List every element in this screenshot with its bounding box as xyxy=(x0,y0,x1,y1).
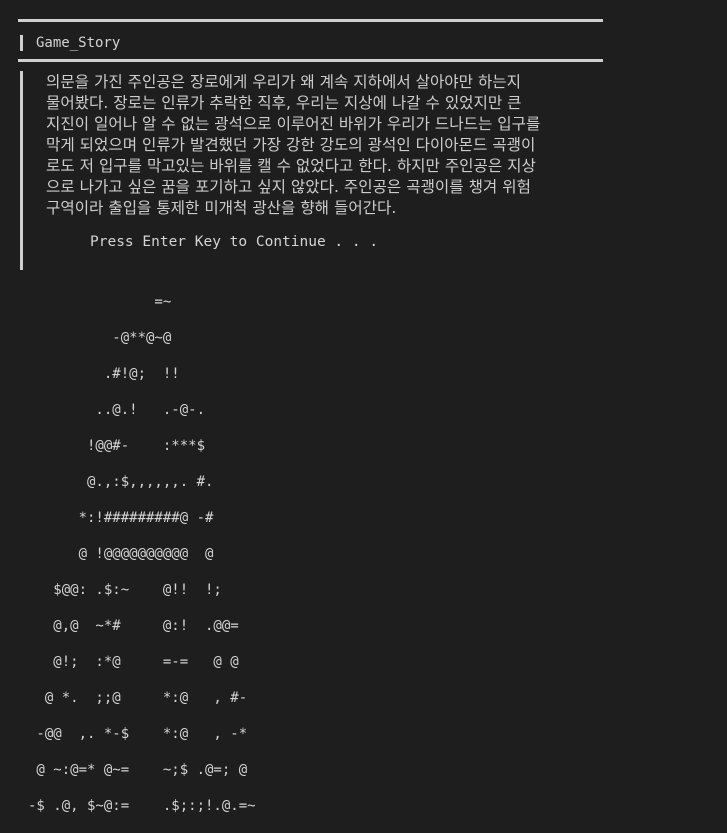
ascii-line: @ !@@@@@@@@@@ @ xyxy=(28,546,214,562)
story-line: 구역이라 출입을 통제한 미개척 광산을 향해 들어간다. xyxy=(46,199,397,217)
story-line: 으로 나가고 싶은 꿈을 포기하고 싶지 않았다. 주인공은 곡괭이를 챙겨 위… xyxy=(46,178,531,196)
ascii-line: @,@ ~*# @:! .@@= xyxy=(28,618,239,634)
ascii-line: @ ~:@=* @~= ~;$ .@=; @ xyxy=(28,762,248,778)
ascii-line: @.,:$,,,,,,. #. xyxy=(28,474,214,490)
ascii-line: !@@#- :***$ xyxy=(28,438,206,454)
ascii-line: -$ .@, $~@:= .$;:;!.@.=~ xyxy=(28,798,256,814)
ascii-line: @ *. ;;@ *:@ , #- xyxy=(28,690,248,706)
story-line: 지진이 일어나 알 수 없는 광석으로 이루어진 바위가 우리가 드나드는 입구… xyxy=(46,115,541,133)
ascii-line: ..@.! .-@-. xyxy=(28,402,206,418)
story-text: 의문을 가진 주인공은 장로에게 우리가 왜 계속 지하에서 살아야만 하는지 … xyxy=(46,72,706,219)
ascii-art: =~ -@**@~@ .#!@; !! ..@.! .-@-. !@@#- :*… xyxy=(28,275,256,833)
ascii-line: -@**@~@ xyxy=(28,330,172,346)
story-line: 의문을 가진 주인공은 장로에게 우리가 왜 계속 지하에서 살아야만 하는지 xyxy=(46,73,521,91)
title-divider xyxy=(18,59,603,62)
ascii-line: *:!#########@ -# xyxy=(28,510,214,526)
ascii-line: @!; :*@ =-= @ @ xyxy=(28,654,239,670)
ascii-line: -@@ ,. *-$ *:@ , -* xyxy=(28,726,248,742)
story-line: 막게 되었으며 인류가 발견했던 가장 강한 강도의 광석인 다이아몬드 곡괭이 xyxy=(46,136,536,154)
section-title: Game_Story xyxy=(36,35,121,51)
story-line: 로도 저 입구를 막고있는 바위를 캘 수 없었다고 한다. 하지만 주인공은 … xyxy=(46,157,536,175)
ascii-line: .#!@; !! xyxy=(28,366,180,382)
ascii-line: $@@: .$:~ @!! !; xyxy=(28,582,222,598)
continue-prompt[interactable]: Press Enter Key to Continue . . . xyxy=(90,232,378,252)
story-left-bar xyxy=(20,71,23,270)
title-left-bar xyxy=(20,35,23,51)
story-line: 물어봤다. 장로는 인류가 추락한 직후, 우리는 지상에 나갈 수 있었지만 … xyxy=(46,94,522,112)
ascii-line: =~ xyxy=(28,294,172,310)
top-divider xyxy=(18,19,603,22)
